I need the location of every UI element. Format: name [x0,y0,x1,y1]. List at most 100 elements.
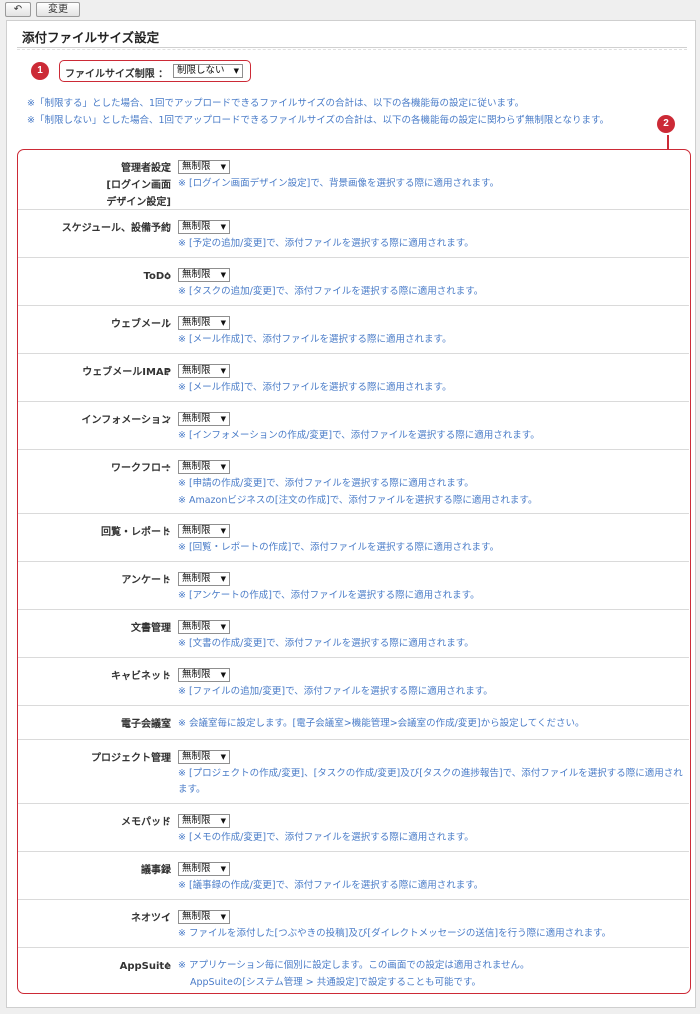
setting-row-admin-login-design: 管理者設定 [ログイン画面 デザイン設定] ： 無制限 ▼ ※ [ログイン画面デザイン設定]… [18,150,689,210]
title-divider-dashed [17,49,687,50]
size-select-value: 無制限 [182,317,211,328]
change-button[interactable]: 変更 [36,2,80,17]
chevron-down-icon: ▼ [220,817,226,825]
setting-label-line: AppSuite [119,961,171,972]
size-select-value: 無制限 [182,525,211,536]
setting-colon: ： [165,575,175,586]
size-select[interactable]: 無制限 ▼ [178,572,230,586]
size-select[interactable]: 無制限 ▼ [178,268,230,282]
setting-row-e-conference: 電子会議室： ※ 会議室毎に設定します。[電子会議室>機能管理>会議室の作成/変更… [18,706,689,740]
setting-label-line: 管理者設定 [121,163,171,174]
size-select[interactable]: 無制限 ▼ [178,750,230,764]
settings-panel: 添付ファイルサイズ設定 1 ファイルサイズ制限 ： 制限しない ▼ ※「制限する… [6,20,696,1008]
size-select-value: 無制限 [182,413,211,424]
setting-row-schedule-facility: スケジュール、設備予約： 無制限 ▼ ※ [予定の追加/変更]で、添付ファイルを選択す… [18,210,689,258]
callout-badge-2: 2 [657,115,675,133]
setting-note: ※ [タスクの追加/変更]で、添付ファイルを選択する際に適用されます。 [178,286,484,297]
setting-label: ウェブメールIMAP [82,364,171,381]
setting-colon: ： [165,319,175,330]
chevron-down-icon: ▼ [220,271,226,279]
setting-label-line: キャビネット [111,671,171,682]
chevron-down-icon: ▼ [220,163,226,171]
setting-row-document-management: 文書管理：無制限 ▼ ※ [文書の作成/変更]で、添付ファイルを選択する際に適用され… [18,610,689,658]
setting-label-line: ワークフロー [111,463,171,474]
chevron-down-icon: ▼ [220,913,226,921]
setting-note: ※ [議事録の作成/変更]で、添付ファイルを選択する際に適用されます。 [178,880,484,891]
setting-label: 回覧・レポート [101,524,171,541]
setting-colon: ： [165,367,175,378]
size-select-value: 無制限 [182,269,211,280]
setting-row-cabinet: キャビネット： 無制限 ▼ ※ [ファイルの追加/変更]で、添付ファイルを選択する際に… [18,658,689,706]
chevron-down-icon: ▼ [220,463,226,471]
setting-note: ※ [予定の追加/変更]で、添付ファイルを選択する際に適用されます。 [178,238,474,249]
file-size-limit-value: 制限しない [177,65,225,76]
setting-label: スケジュール、設備予約 [62,220,171,237]
setting-note: ※ [ログイン画面デザイン設定]で、背景画像を選択する際に適用されます。 [178,178,500,189]
setting-note: ※ 会議室毎に設定します。[電子会議室>機能管理>会議室の作成/変更]から設定し… [178,718,585,729]
size-select-value: 無制限 [182,573,211,584]
size-select-value: 無制限 [182,815,211,826]
toolbar: ↶ 変更 [0,0,700,20]
size-select[interactable]: 無制限 ▼ [178,460,230,474]
setting-colon: ： [165,817,175,828]
setting-note: ※ Amazonビジネスの[注文の作成]で、添付ファイルを選択する際に適用されま… [178,495,538,506]
back-arrow-icon: ↶ [13,4,23,15]
setting-label-line: デザイン設定] [106,197,171,208]
setting-note: AppSuiteの[システム管理 > 共通設定]で設定することも可能です。 [190,977,481,988]
chevron-down-icon: ▼ [220,575,226,583]
setting-note: ※ [アンケートの作成]で、添付ファイルを選択する際に適用されます。 [178,590,480,601]
size-select[interactable]: 無制限 ▼ [178,412,230,426]
setting-colon: ： [165,961,175,972]
size-select[interactable]: 無制限 ▼ [178,668,230,682]
size-select[interactable]: 無制限 ▼ [178,364,230,378]
size-select-value: 無制限 [182,863,211,874]
size-select[interactable]: 無制限 ▼ [178,220,230,234]
size-select[interactable]: 無制限 ▼ [178,160,230,174]
chevron-down-icon: ▼ [220,223,226,231]
chevron-down-icon: ▼ [220,527,226,535]
setting-note: ※ [メール作成]で、添付ファイルを選択する際に適用されます。 [178,382,452,393]
file-size-limit-select[interactable]: 制限しない ▼ [173,64,243,78]
size-select-value: 無制限 [182,621,211,632]
setting-label: 電子会議室 [121,716,171,733]
size-select-value: 無制限 [182,461,211,472]
setting-label-line: インフォメーション [81,415,172,426]
setting-note: ※ [文書の作成/変更]で、添付ファイルを選択する際に適用されます。 [178,638,474,649]
size-select[interactable]: 無制限 ▼ [178,910,230,924]
setting-colon: ： [165,163,175,174]
size-select[interactable]: 無制限 ▼ [178,620,230,634]
size-select[interactable]: 無制限 ▼ [178,862,230,876]
setting-colon: ： [165,415,175,426]
setting-row-appsuite: AppSuite： ※ アプリケーション毎に個別に設定します。この画面での設定は適… [18,948,689,994]
note-limit-disabled: ※「制限しない」とした場合、1回でアップロードできるファイルサイズの合計は、以下… [27,115,610,126]
setting-row-workflow: ワークフロー： 無制限 ▼ ※ [申請の作成/変更]で、添付ファイルを選択する際に適用… [18,450,689,514]
callout-badge-1: 1 [31,62,49,80]
chevron-down-icon: ▼ [220,671,226,679]
size-select-value: 無制限 [182,669,211,680]
setting-colon: ： [165,719,175,730]
setting-row-webmail: ウェブメール： 無制限 ▼ ※ [メール作成]で、添付ファイルを選択する際に適用されま… [18,306,689,354]
setting-row-memopad: メモパッド： 無制限 ▼ ※ [メモの作成/変更]で、添付ファイルを選択する際に適用さ… [18,804,689,852]
size-select[interactable]: 無制限 ▼ [178,524,230,538]
setting-label-line: ウェブメールIMAP [82,367,171,378]
chevron-down-icon: ▼ [220,319,226,327]
setting-colon: ： [165,271,175,282]
size-select[interactable]: 無制限 ▼ [178,316,230,330]
setting-note: ※ [回覧・レポートの作成]で、添付ファイルを選択する際に適用されます。 [178,542,500,553]
size-select-value: 無制限 [182,911,211,922]
setting-colon: ： [165,865,175,876]
size-select[interactable]: 無制限 ▼ [178,814,230,828]
note-limit-enabled: ※「制限する」とした場合、1回でアップロードできるファイルサイズの合計は、以下の… [27,98,525,109]
setting-row-information: インフォメーション： 無制限 ▼ ※ [インフォメーションの作成/変更]で、添付ファイ… [18,402,689,450]
setting-colon: ： [165,913,175,924]
back-button[interactable]: ↶ [5,2,31,17]
setting-note: ※ [インフォメーションの作成/変更]で、添付ファイルを選択する際に適用されます… [178,430,540,441]
setting-label: プロジェクト管理 [91,750,171,767]
chevron-down-icon: ▼ [220,415,226,423]
callout-connector [667,135,669,149]
chevron-down-icon: ▼ [233,67,239,75]
setting-label-line: 回覧・レポート [101,527,171,538]
file-size-limit-label: ファイルサイズ制限 ： [65,69,169,80]
chevron-down-icon: ▼ [220,623,226,631]
setting-note: ※ [申請の作成/変更]で、添付ファイルを選択する際に適用されます。 [178,478,474,489]
